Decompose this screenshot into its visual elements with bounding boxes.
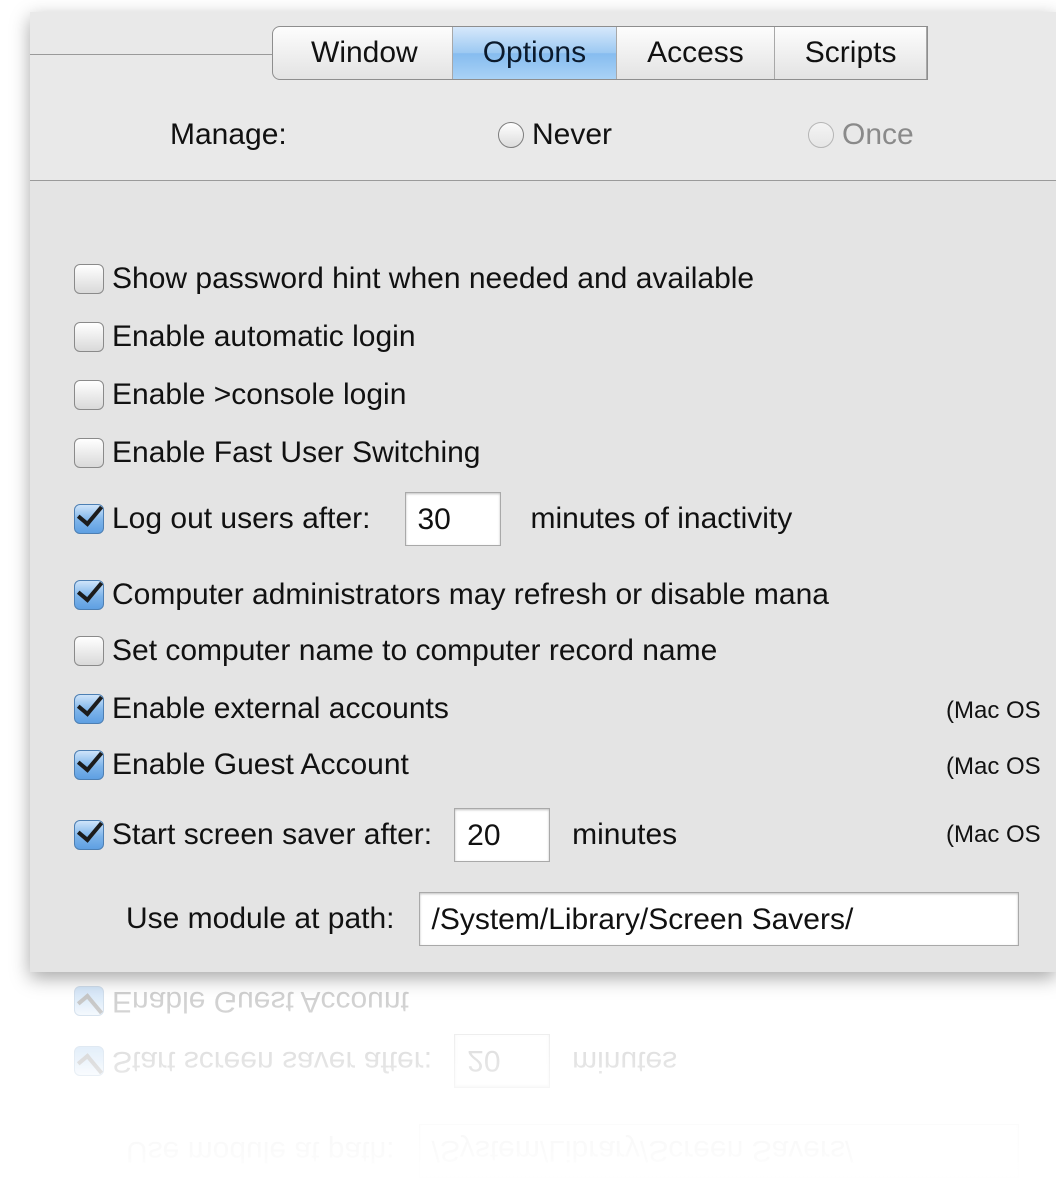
admin-refresh-label: Computer administrators may refresh or d… (112, 578, 829, 611)
checkbox-checked[interactable] (74, 694, 104, 724)
fast-user-switching-option[interactable]: Enable Fast User Switching (74, 436, 481, 470)
checkbox[interactable] (74, 322, 104, 352)
module-path-field[interactable]: /System/Library/Screen Savers/ (418, 892, 1019, 946)
tab-bar-divider (30, 54, 290, 55)
radio-button-icon (808, 122, 834, 148)
page: Window Options Access Scripts Manage: Ne… (0, 0, 1056, 1187)
checkbox[interactable] (74, 264, 104, 294)
manage-once-label: Once (842, 118, 914, 151)
external-accounts-option[interactable]: Enable external accounts (74, 692, 449, 726)
screen-saver-note: (Mac OS (946, 821, 1041, 848)
logout-users-label: Log out users after: (112, 502, 371, 535)
reflection-fade (30, 978, 1056, 1187)
tab-options[interactable]: Options (452, 27, 618, 79)
checkbox-checked[interactable] (74, 580, 104, 610)
logout-users-option[interactable]: Log out users after: 30 minutes of inact… (74, 492, 792, 546)
checkbox-checked[interactable] (74, 504, 104, 534)
computer-name-option[interactable]: Set computer name to computer record nam… (74, 634, 717, 668)
screen-saver-minutes-field[interactable]: 20 (454, 808, 551, 862)
external-accounts-note: (Mac OS (946, 697, 1041, 724)
manage-never-radio[interactable]: Never (498, 118, 612, 152)
radio-button-icon (498, 122, 524, 148)
console-login-option[interactable]: Enable >console login (74, 378, 406, 412)
tab-scripts[interactable]: Scripts (775, 27, 928, 79)
guest-account-label: Enable Guest Account (112, 748, 409, 781)
tab-window[interactable]: Window (273, 27, 453, 79)
preferences-panel: Window Options Access Scripts Manage: Ne… (30, 12, 1056, 972)
manage-once-radio[interactable]: Once (808, 118, 914, 152)
checkbox[interactable] (74, 636, 104, 666)
screen-saver-label: Start screen saver after: (112, 818, 433, 851)
checkbox-checked[interactable] (74, 750, 104, 780)
automatic-login-label: Enable automatic login (112, 320, 416, 353)
external-accounts-label: Enable external accounts (112, 692, 449, 725)
show-password-hint-label: Show password hint when needed and avail… (112, 262, 755, 295)
admin-refresh-option[interactable]: Computer administrators may refresh or d… (74, 578, 829, 612)
guest-account-note: (Mac OS (946, 753, 1041, 780)
checkbox[interactable] (74, 438, 104, 468)
manage-label: Manage: (170, 118, 287, 151)
screen-saver-suffix-label: minutes (572, 818, 678, 851)
screen-saver-option[interactable]: Start screen saver after: 20 minutes (74, 808, 677, 862)
computer-name-label: Set computer name to computer record nam… (112, 634, 718, 667)
checkbox-checked[interactable] (74, 820, 104, 850)
manage-bar: Manage: Never Once (30, 96, 1056, 181)
fast-user-switching-label: Enable Fast User Switching (112, 436, 481, 469)
tab-access[interactable]: Access (617, 27, 775, 79)
module-path-row: Use module at path: /System/Library/Scre… (126, 892, 1019, 946)
automatic-login-option[interactable]: Enable automatic login (74, 320, 416, 354)
tab-bar: Window Options Access Scripts (272, 26, 929, 80)
logout-suffix-label: minutes of inactivity (530, 502, 793, 535)
guest-account-option[interactable]: Enable Guest Account (74, 748, 409, 782)
console-login-label: Enable >console login (112, 378, 407, 411)
show-password-hint-option[interactable]: Show password hint when needed and avail… (74, 262, 754, 296)
module-path-label: Use module at path: (126, 902, 395, 935)
manage-never-label: Never (532, 118, 613, 151)
logout-minutes-field[interactable]: 30 (404, 492, 501, 546)
checkbox[interactable] (74, 380, 104, 410)
